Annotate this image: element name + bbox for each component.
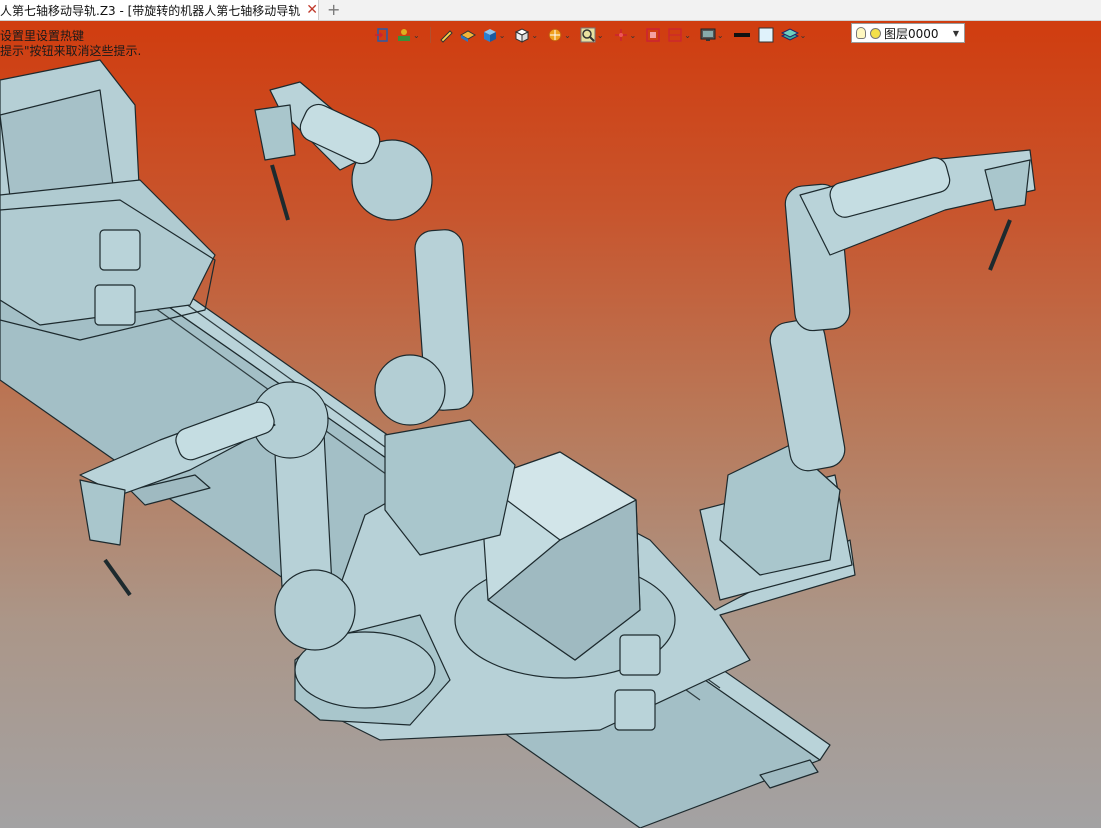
lightbulb-icon[interactable] — [856, 27, 866, 39]
frame-icon[interactable]: ⌄ — [665, 25, 696, 45]
document-tab-title: 人第七轴移动导轨.Z3 - [带旋转的机器人第七轴移动导轨] — [0, 3, 301, 18]
close-icon[interactable]: ✕ — [306, 3, 318, 17]
pen-icon[interactable] — [436, 25, 456, 45]
3d-viewport[interactable] — [0, 20, 1101, 828]
view-toolbar: ⌄ ⌄ ⌄ ⌄ ⌄ ⌄ ⌄ ⌄ ⌄ — [372, 24, 811, 46]
part-icon[interactable] — [458, 25, 478, 45]
zoom-icon[interactable]: ⌄ — [578, 25, 609, 45]
fill-color-icon[interactable] — [755, 25, 777, 45]
robot-right — [719, 149, 1036, 576]
cube-icon[interactable]: ⌄ — [512, 25, 543, 45]
monitor-icon[interactable]: ⌄ — [698, 25, 729, 45]
motor-4 — [614, 689, 656, 731]
motor-2 — [94, 284, 136, 326]
layer-stack-icon[interactable]: ⌄ — [779, 25, 812, 45]
tab-bar: 人第七轴移动导轨.Z3 - [带旋转的机器人第七轴移动导轨] ✕ + — [0, 0, 1101, 21]
chevron-down-icon[interactable]: ▼ — [953, 29, 959, 38]
view-icon[interactable] — [643, 25, 663, 45]
box-shade-icon[interactable]: ⌄ — [480, 25, 511, 45]
line-color-icon[interactable] — [731, 25, 753, 45]
toolbar-separator — [429, 27, 431, 43]
document-tab[interactable]: 人第七轴移动导轨.Z3 - [带旋转的机器人第七轴移动导轨] ✕ — [0, 0, 319, 20]
render-icon[interactable]: ⌄ — [545, 25, 576, 45]
motor-1 — [99, 229, 141, 271]
layer-selector[interactable]: 图层0000 ▼ — [851, 23, 965, 43]
layer-name: 图层0000 — [884, 26, 939, 41]
stamp-icon[interactable]: ⌄ — [394, 25, 425, 45]
motor-3 — [619, 634, 661, 676]
import-icon[interactable] — [372, 25, 392, 45]
new-tab-button[interactable]: + — [327, 1, 340, 19]
hint-line-2: 提示"按钮来取消这些提示. — [0, 44, 142, 58]
layer-color-icon — [870, 27, 881, 39]
pick-icon[interactable]: ⌄ — [611, 25, 642, 45]
